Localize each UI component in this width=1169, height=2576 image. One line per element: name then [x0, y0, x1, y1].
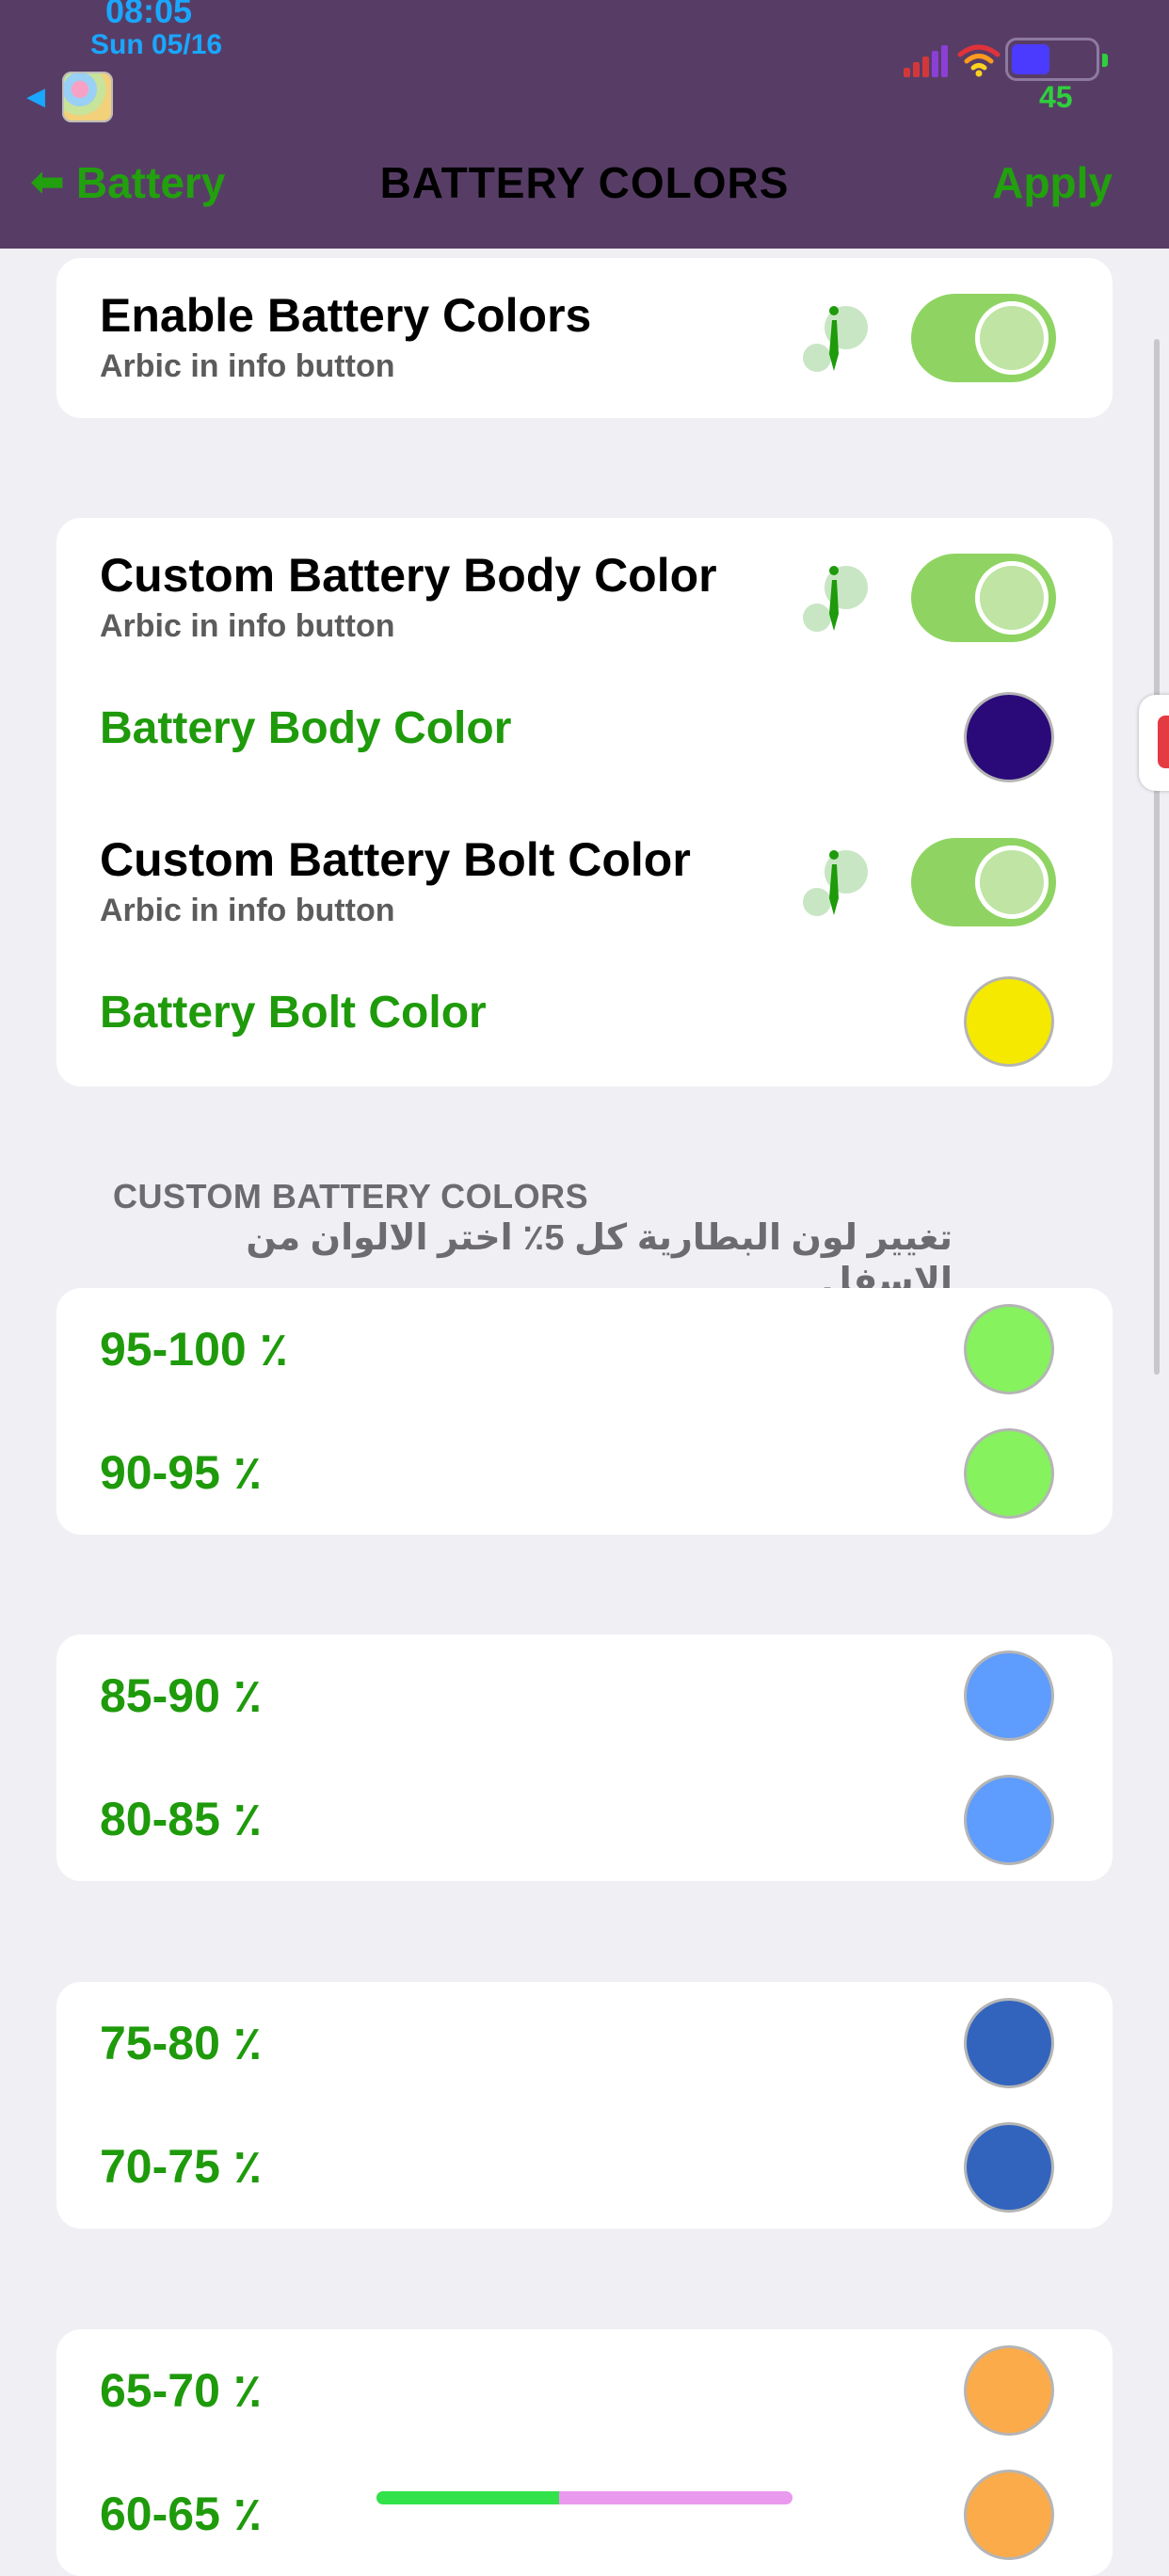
bolt-color-swatch[interactable] — [964, 976, 1054, 1067]
bolt-color-label: Battery Bolt Color — [100, 988, 487, 1038]
cellular-signal-icon — [904, 45, 948, 77]
back-to-app-icon[interactable]: ◀ — [26, 83, 45, 109]
info-icon[interactable] — [800, 559, 875, 635]
battery-percent: 45 — [1039, 80, 1073, 114]
range-color-swatch[interactable] — [964, 1998, 1054, 2088]
body-color-swatch[interactable] — [964, 692, 1054, 782]
range-label: 85-90 ٪ — [100, 1669, 263, 1722]
body-color-toggle[interactable] — [911, 554, 1056, 642]
status-time: 08:05 — [105, 0, 193, 30]
body-color-toggle-title: Custom Battery Body Color — [100, 549, 717, 602]
app-icon[interactable] — [62, 72, 113, 122]
status-date: Sun 05/16 — [90, 29, 223, 60]
range-card-4: 65-70 ٪ 60-65 ٪ — [56, 2329, 1113, 2576]
range-label: 70-75 ٪ — [100, 2140, 263, 2193]
enable-row: Enable Battery Colors Arbic in info butt… — [56, 258, 1113, 418]
bolt-color-row[interactable]: Battery Bolt Color — [56, 942, 1113, 1087]
custom-battery-colors-header: CUSTOM BATTERY COLORS تغيير لون البطارية… — [113, 1177, 1054, 1303]
range-color-swatch[interactable] — [964, 2345, 1054, 2436]
range-card-2: 85-90 ٪ 80-85 ٪ — [56, 1634, 1113, 1881]
bolt-color-toggle-row: Custom Battery Bolt Color Arbic in info … — [56, 800, 1113, 942]
range-label: 75-80 ٪ — [100, 2017, 263, 2069]
range-row[interactable]: 95-100 ٪ — [56, 1288, 1113, 1411]
range-label: 95-100 ٪ — [100, 1323, 289, 1376]
body-color-toggle-row: Custom Battery Body Color Arbic in info … — [56, 518, 1113, 659]
scrollbar[interactable] — [1154, 339, 1160, 1375]
enable-toggle[interactable] — [911, 294, 1056, 382]
range-color-swatch[interactable] — [964, 2122, 1054, 2213]
body-color-row[interactable]: Battery Body Color — [56, 659, 1113, 800]
bolt-color-toggle[interactable] — [911, 838, 1056, 926]
battery-icon — [1005, 38, 1108, 81]
toggle-knob — [975, 845, 1049, 919]
info-icon[interactable] — [800, 844, 875, 919]
range-color-swatch[interactable] — [964, 1650, 1054, 1741]
enable-subtitle: Arbic in info button — [100, 348, 395, 384]
bolt-color-toggle-title: Custom Battery Bolt Color — [100, 833, 691, 886]
range-label: 60-65 ٪ — [100, 2487, 263, 2540]
range-color-swatch[interactable] — [964, 1775, 1054, 1865]
top-bar: 08:05 Sun 05/16 ◀ 45 ⬅ Battery BATTERY C… — [0, 0, 1169, 249]
range-color-swatch[interactable] — [964, 2470, 1054, 2560]
section-title: CUSTOM BATTERY COLORS — [113, 1177, 589, 1216]
apply-button[interactable]: Apply — [992, 156, 1113, 209]
toggle-knob — [975, 561, 1049, 635]
home-indicator[interactable] — [376, 2491, 793, 2504]
enable-title: Enable Battery Colors — [100, 289, 592, 342]
range-label: 80-85 ٪ — [100, 1793, 263, 1845]
toggle-knob — [975, 301, 1049, 375]
range-row[interactable]: 90-95 ٪ — [56, 1411, 1113, 1535]
range-label: 65-70 ٪ — [100, 2364, 263, 2417]
custom-colors-card: Custom Battery Body Color Arbic in info … — [56, 518, 1113, 1087]
range-label: 90-95 ٪ — [100, 1446, 263, 1499]
home-indicator-fill — [376, 2491, 560, 2504]
range-row[interactable]: 80-85 ٪ — [56, 1758, 1113, 1881]
range-row[interactable]: 85-90 ٪ — [56, 1634, 1113, 1758]
bolt-color-toggle-subtitle: Arbic in info button — [100, 893, 395, 928]
body-color-toggle-subtitle: Arbic in info button — [100, 608, 395, 644]
enable-card: Enable Battery Colors Arbic in info butt… — [56, 258, 1113, 418]
range-color-swatch[interactable] — [964, 1304, 1054, 1394]
range-row[interactable]: 75-80 ٪ — [56, 1982, 1113, 2105]
body-color-label: Battery Body Color — [100, 703, 512, 753]
battery-nub — [1102, 54, 1108, 67]
range-row[interactable]: 60-65 ٪ — [56, 2453, 1113, 2576]
edge-tab-marker — [1158, 716, 1169, 768]
battery-fill — [1012, 44, 1049, 74]
range-card-3: 75-80 ٪ 70-75 ٪ — [56, 1982, 1113, 2229]
info-icon[interactable] — [800, 299, 875, 375]
range-card-1: 95-100 ٪ 90-95 ٪ — [56, 1288, 1113, 1535]
wifi-icon — [957, 44, 1001, 77]
range-row[interactable]: 65-70 ٪ — [56, 2329, 1113, 2453]
range-row[interactable]: 70-75 ٪ — [56, 2105, 1113, 2229]
range-color-swatch[interactable] — [964, 1428, 1054, 1519]
side-edge-tab[interactable] — [1139, 695, 1169, 791]
